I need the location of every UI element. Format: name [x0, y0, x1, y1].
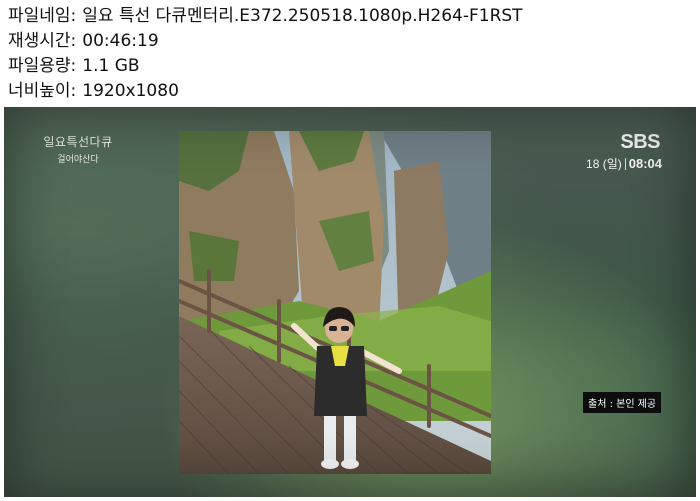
photo-illustration: [179, 131, 491, 474]
broadcast-date: 18 (일): [586, 157, 622, 171]
broadcast-clock: 18 (일) 08:04: [586, 155, 662, 172]
duration-value: 00:46:19: [82, 31, 159, 51]
broadcast-time: 08:04: [628, 156, 662, 171]
featured-photo: [179, 131, 491, 474]
duration-row: 재생시간: 00:46:19: [8, 29, 523, 54]
clock-divider: [624, 158, 626, 170]
program-title: 일요특선다큐 걸어야산다: [38, 133, 118, 165]
file-size-value: 1.1 GB: [82, 56, 140, 76]
program-title-main: 일요특선다큐: [43, 135, 113, 149]
duration-label: 재생시간:: [8, 31, 77, 51]
resolution-label: 너비높이:: [8, 81, 77, 101]
file-name-value: 일요 특선 다큐멘터리.E372.250518.1080p.H264-F1RST: [82, 6, 523, 26]
file-size-label: 파일용량:: [8, 56, 77, 76]
file-name-row: 파일네임: 일요 특선 다큐멘터리.E372.250518.1080p.H264-…: [8, 4, 523, 29]
resolution-value: 1920x1080: [82, 81, 179, 101]
file-name-label: 파일네임:: [8, 6, 77, 26]
file-info-panel: 파일네임: 일요 특선 다큐멘터리.E372.250518.1080p.H264-…: [8, 4, 523, 104]
source-caption: 출처 : 본인 제공: [583, 392, 662, 413]
resolution-row: 너비높이: 1920x1080: [8, 79, 523, 104]
program-title-sub: 걸어야산다: [57, 155, 99, 165]
channel-logo: SBS: [620, 131, 660, 153]
file-size-row: 파일용량: 1.1 GB: [8, 54, 523, 79]
video-frame: 일요특선다큐 걸어야산다 SBS 18 (일) 08:04 출처: 본인 제공: [4, 107, 696, 497]
